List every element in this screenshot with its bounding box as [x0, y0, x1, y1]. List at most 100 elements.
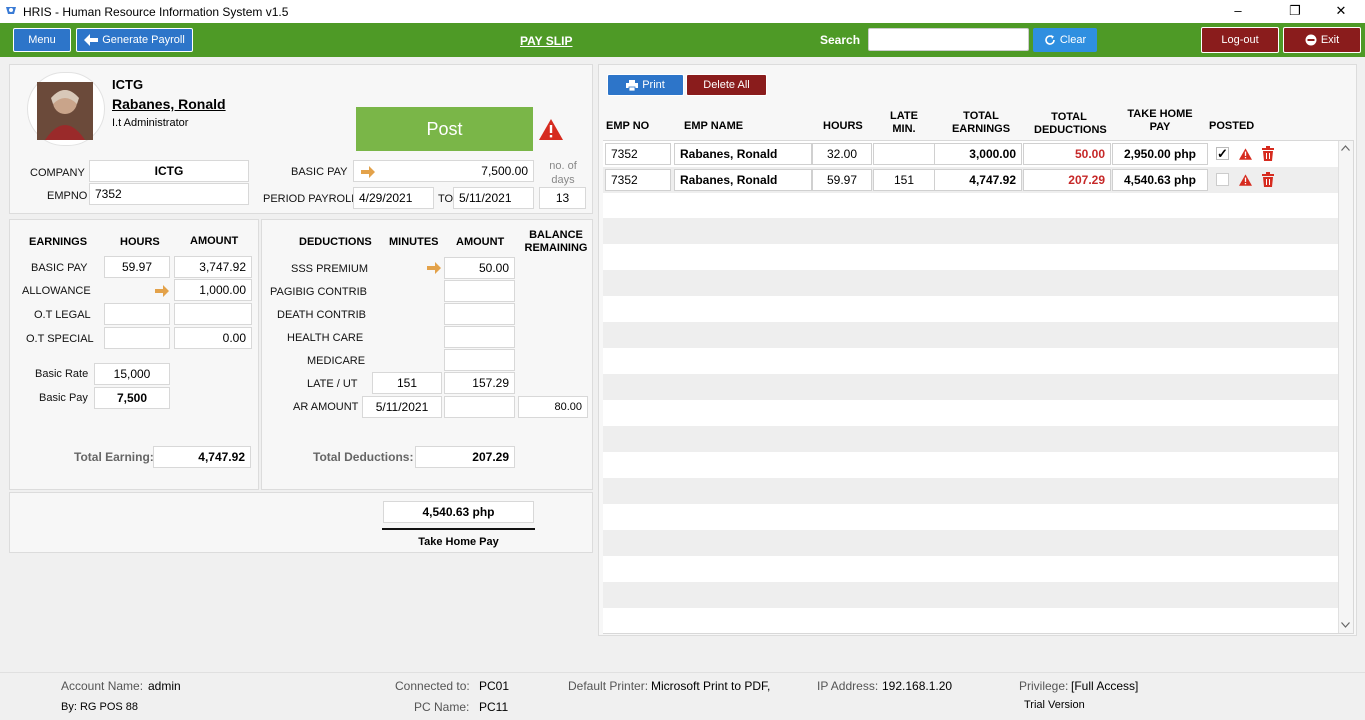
earning-hours[interactable]: 59.97: [104, 256, 170, 278]
arrow-left-icon: [84, 34, 99, 46]
deduction-amount[interactable]: 50.00: [444, 257, 515, 279]
col-empname: EMP NAME: [684, 120, 744, 132]
delete-all-label: Delete All: [703, 79, 750, 91]
deduction-amount[interactable]: 157.29: [444, 372, 515, 394]
total-deductions-field[interactable]: 207.29: [415, 446, 515, 468]
deduction-balance[interactable]: 80.00: [518, 396, 588, 418]
company-field[interactable]: ICTG: [89, 160, 249, 182]
earning-amount[interactable]: 0.00: [174, 327, 252, 349]
row-late: 151: [873, 169, 935, 191]
table-row[interactable]: 7352 Rabanes, Ronald 32.00 3,000.00 50.0…: [603, 141, 1338, 167]
post-button[interactable]: Post: [356, 107, 533, 151]
deduction-amount[interactable]: [444, 326, 515, 348]
restore-button[interactable]: ❐: [1280, 2, 1310, 20]
account-name-value: admin: [148, 679, 181, 693]
basic-pay-field[interactable]: 7,500.00: [353, 160, 534, 182]
close-window-button[interactable]: ✕: [1326, 2, 1356, 20]
employee-name: Rabanes, Ronald: [112, 96, 226, 112]
avatar[interactable]: [37, 82, 93, 140]
exit-button[interactable]: Exit: [1283, 27, 1361, 53]
period-payroll-label: PERIOD PAYROLL: [263, 193, 358, 205]
deduction-amount[interactable]: [444, 349, 515, 371]
col-earnings: TOTAL EARNINGS: [951, 110, 1011, 135]
generate-payroll-button[interactable]: Generate Payroll: [76, 28, 193, 52]
deduction-amount[interactable]: [444, 303, 515, 325]
empno-field[interactable]: 7352: [89, 183, 249, 205]
menu-label: Menu: [28, 34, 56, 46]
col-empno: EMP NO: [606, 120, 650, 132]
scroll-down-icon[interactable]: [1341, 622, 1350, 628]
app-icon: [6, 7, 16, 14]
deduction-minutes[interactable]: 151: [372, 372, 442, 394]
warning-icon[interactable]: [1239, 148, 1252, 160]
earning-amount[interactable]: 3,747.92: [174, 256, 252, 278]
company-label: COMPANY: [30, 167, 85, 179]
total-earning-field[interactable]: 4,747.92: [153, 446, 251, 468]
menu-button[interactable]: Menu: [13, 28, 71, 52]
posted-checkbox[interactable]: [1216, 173, 1229, 186]
delete-all-button[interactable]: Delete All: [686, 74, 767, 96]
posted-checkbox[interactable]: ✓: [1216, 147, 1229, 160]
vertical-scrollbar[interactable]: [1338, 141, 1353, 633]
take-home-value[interactable]: 4,540.63 php: [383, 501, 534, 523]
window-title: HRIS - Human Resource Information System…: [23, 5, 289, 19]
row-earnings: 4,747.92: [934, 169, 1022, 191]
take-home-label: Take Home Pay: [418, 536, 499, 548]
row-late: [873, 143, 935, 165]
earning-label: BASIC PAY: [31, 262, 88, 274]
privilege-label: Privilege:: [1019, 679, 1069, 693]
search-input[interactable]: [868, 28, 1029, 51]
row-hours: 59.97: [812, 169, 872, 191]
logout-button[interactable]: Log-out: [1201, 27, 1279, 53]
print-label: Print: [642, 79, 665, 91]
earning-hours[interactable]: [104, 327, 170, 349]
earning-amount[interactable]: 1,000.00: [174, 279, 252, 301]
minimize-button[interactable]: –: [1223, 2, 1253, 20]
arrow-right-icon: [427, 262, 441, 274]
clear-button[interactable]: Clear: [1033, 28, 1097, 52]
basic-rate-label: Basic Rate: [35, 368, 89, 380]
period-from-field[interactable]: 4/29/2021: [353, 187, 434, 209]
trial-version: Trial Version: [1024, 699, 1085, 711]
table-row[interactable]: 7352 Rabanes, Ronald 59.97 151 4,747.92 …: [603, 167, 1338, 193]
trash-icon[interactable]: [1261, 146, 1275, 161]
minutes-header: MINUTES: [389, 236, 439, 248]
hours-header: HOURS: [120, 236, 160, 248]
print-button[interactable]: Print: [607, 74, 684, 96]
exit-label: Exit: [1320, 34, 1340, 46]
deduction-amount[interactable]: [444, 280, 515, 302]
basic-rate-field[interactable]: 15,000: [94, 363, 170, 385]
row-empno: 7352: [605, 169, 671, 191]
basic-pay-rate-field[interactable]: 7,500: [94, 387, 170, 409]
earning-label: O.T LEGAL: [34, 309, 91, 321]
page-title: PAY SLIP: [520, 34, 573, 48]
trash-icon[interactable]: [1261, 172, 1275, 187]
refresh-icon: [1045, 35, 1055, 45]
deduction-label: DEATH CONTRIB: [277, 309, 367, 321]
row-takehome: 4,540.63 php: [1112, 169, 1208, 191]
total-deductions-label: Total Deductions:: [313, 450, 414, 464]
earning-amount[interactable]: [174, 303, 252, 325]
earning-label: ALLOWANCE: [22, 285, 91, 297]
deduction-minutes[interactable]: 5/11/2021: [362, 396, 442, 418]
no-days-field[interactable]: 13: [539, 187, 586, 209]
col-posted: POSTED: [1209, 120, 1255, 132]
deduction-amount[interactable]: [444, 396, 515, 418]
col-late: LATE MIN.: [890, 110, 918, 135]
earning-hours[interactable]: [104, 303, 170, 325]
total-earning-label: Total Earning:: [74, 450, 154, 464]
account-name-label: Account Name:: [61, 679, 144, 693]
employee-position: I.t Administrator: [112, 117, 189, 129]
deduction-label: AR AMOUNT: [293, 401, 359, 413]
amount-header: AMOUNT: [190, 235, 239, 247]
period-to-field[interactable]: 5/11/2021: [453, 187, 534, 209]
row-empname: Rabanes, Ronald: [674, 169, 812, 191]
privilege-value: [Full Access]: [1071, 679, 1139, 693]
warning-icon[interactable]: [1239, 174, 1252, 186]
warning-icon: [539, 119, 563, 140]
period-to-label: TO: [438, 193, 454, 205]
deduction-label: LATE / UT: [307, 378, 358, 390]
col-deductions: TOTAL DEDUCTIONS: [1034, 111, 1107, 136]
deduction-label: HEALTH CARE: [287, 332, 364, 344]
scroll-up-icon[interactable]: [1341, 145, 1350, 151]
